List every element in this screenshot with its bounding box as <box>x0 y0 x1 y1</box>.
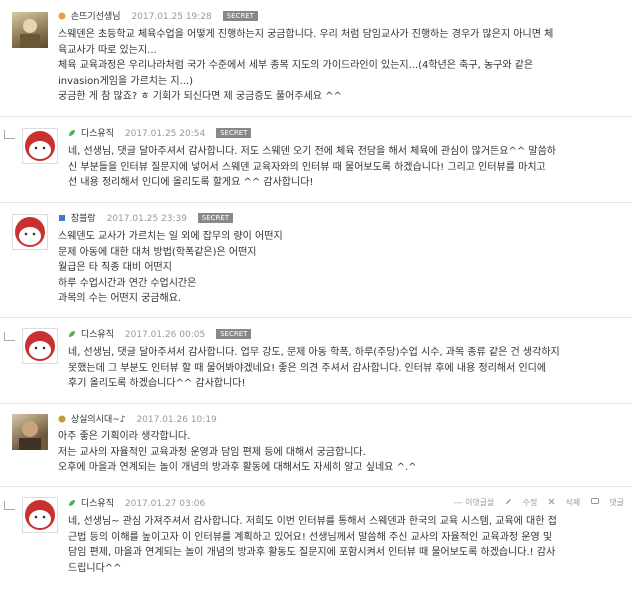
level-icon <box>58 415 66 423</box>
divider <box>0 202 632 203</box>
reply-arrow-icon <box>4 501 15 510</box>
avatar[interactable] <box>12 12 48 48</box>
edit-link[interactable]: 수정 <box>505 498 537 507</box>
comment-text: 스웨덴도 교사가 가르치는 일 외에 잡무의 량이 어떤지 문제 아동에 대한 … <box>58 231 283 305</box>
comment-date: 2017.01.26 10:19 <box>136 415 217 425</box>
secret-badge: SECRET <box>216 128 252 138</box>
speech-bubble-icon <box>590 498 599 504</box>
report-link[interactable]: --- 이댓글을 <box>454 498 495 507</box>
reply-arrow-icon <box>4 332 15 341</box>
comment-meta: 디스유직 2017.01.26 00:05 SECRET <box>68 328 252 342</box>
default-character-icon <box>25 131 55 161</box>
user-photo-icon <box>19 421 41 450</box>
nickname[interactable]: 디스유직 <box>81 129 114 139</box>
comment-date: 2017.01.25 20:54 <box>124 129 206 139</box>
secret-badge: SECRET <box>216 329 252 339</box>
comment-meta: 상실의시대~♪ 2017.01.26 10:19 <box>58 413 217 427</box>
reply-label: 댓글 <box>609 498 624 507</box>
leaf-icon <box>69 331 75 337</box>
comment-text: 스웨덴은 초등학교 체육수업을 어떻게 진행하는지 궁금합니다. 우리 처럼 담… <box>58 29 554 103</box>
comment-actions: --- 이댓글을 수정 삭제 댓글 <box>446 497 624 508</box>
comment-date: 2017.01.25 23:39 <box>106 214 187 224</box>
comment-meta: 손뜨기선생님 2017.01.25 19:28 SECRET <box>58 10 258 24</box>
divider <box>0 403 632 404</box>
nickname[interactable]: 잠블랑 <box>71 214 96 224</box>
avatar[interactable] <box>12 414 48 450</box>
comment-text: 네, 선생님, 댓글 달아주셔서 감사합니다. 저도 스웨덴 오기 전에 체육 … <box>68 146 556 189</box>
secret-badge: SECRET <box>222 11 258 21</box>
comment-meta: 디스유직 2017.01.25 20:54 SECRET <box>68 127 252 141</box>
comment-date: 2017.01.27 03:06 <box>124 499 206 509</box>
comment-date: 2017.01.25 19:28 <box>131 12 212 22</box>
nickname[interactable]: 손뜨기선생님 <box>71 12 121 22</box>
reply-arrow-icon <box>4 130 15 139</box>
avatar[interactable] <box>22 128 58 164</box>
comment-date: 2017.01.26 00:05 <box>124 330 206 340</box>
nickname[interactable]: 디스유직 <box>81 499 114 509</box>
divider <box>0 486 632 487</box>
default-character-icon <box>25 331 55 361</box>
avatar[interactable] <box>22 497 58 533</box>
level-icon <box>58 12 66 20</box>
nickname[interactable]: 디스유직 <box>81 330 114 340</box>
pencil-icon <box>506 499 512 504</box>
default-character-icon <box>15 217 45 247</box>
comment-text: 네, 선생님, 댓글 달아주셔서 감사합니다. 업무 강도, 문제 아동 학폭,… <box>68 347 560 390</box>
level-icon <box>59 215 65 221</box>
nickname[interactable]: 상실의시대~♪ <box>71 415 126 425</box>
comment-text: 네, 선생님~ 관심 가져주셔서 감사합니다. 저희도 이번 인터뷰를 통해서 … <box>68 516 557 574</box>
close-icon <box>548 498 555 505</box>
comment-meta: 잠블랑 2017.01.25 23:39 SECRET <box>58 212 234 226</box>
avatar[interactable] <box>22 328 58 364</box>
reply-link[interactable]: 댓글 <box>590 498 624 507</box>
comment-meta: 디스유직 2017.01.27 03:06 <box>68 497 205 511</box>
comment-text: 아주 좋은 기획이라 생각합니다. 저는 교사의 자율적인 교육과정 운영과 담… <box>58 431 417 474</box>
leaf-icon <box>69 130 75 136</box>
default-character-icon <box>25 500 55 530</box>
divider <box>0 317 632 318</box>
user-photo-icon <box>20 19 40 48</box>
leaf-icon <box>69 500 75 506</box>
delete-label: 삭제 <box>565 498 581 507</box>
edit-label: 수정 <box>522 498 538 507</box>
delete-link[interactable]: 삭제 <box>548 498 580 507</box>
divider <box>0 116 632 117</box>
secret-badge: SECRET <box>197 213 234 223</box>
avatar[interactable] <box>12 214 48 250</box>
